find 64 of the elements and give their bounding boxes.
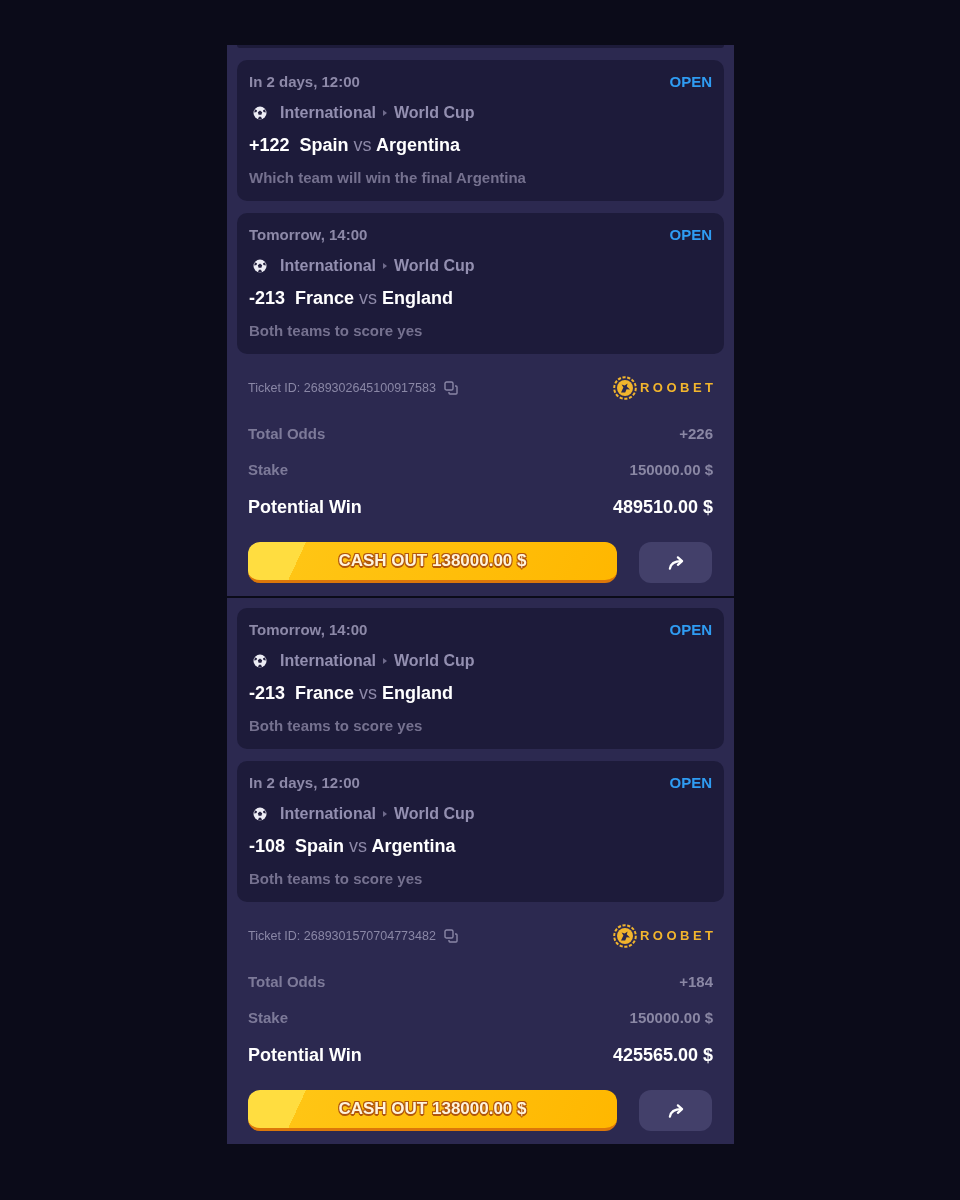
odds-value: -108 — [249, 835, 286, 857]
selection-card[interactable]: Tomorrow, 14:00 OPEN International World Cup -213 France vs England Both teams to score yes — [237, 213, 724, 354]
odds-value: -213 — [249, 682, 286, 704]
copy-icon[interactable] — [443, 381, 458, 395]
brand-name: ROOBET — [639, 379, 717, 397]
chevron-right-icon — [383, 811, 387, 817]
status-label: OPEN — [669, 620, 712, 640]
event-time: In 2 days, 12:00 — [249, 773, 360, 793]
summary-label: Stake — [248, 460, 289, 480]
category-label: International — [280, 651, 376, 671]
coin-icon — [612, 376, 637, 400]
chevron-right-icon — [383, 110, 387, 116]
copy-icon[interactable] — [443, 929, 458, 943]
share-button[interactable] — [639, 542, 712, 583]
curved-arrow-icon — [666, 1103, 685, 1118]
soccer-ball-icon — [253, 106, 267, 120]
match-teams: France vs England — [295, 287, 454, 309]
event-time: Tomorrow, 14:00 — [249, 620, 368, 640]
category-label: International — [280, 804, 376, 824]
category-label: International — [280, 256, 376, 276]
market-label: Both teams to score yes — [249, 321, 423, 341]
summary-value: 425565.00 $ — [612, 1044, 713, 1066]
selection-card[interactable]: In 2 days, 12:00 OPEN International World Cup +122 Spain vs Argentina Which team will win the final Argentina — [237, 60, 724, 201]
summary-label: Total Odds — [248, 972, 326, 992]
summary-value: 150000.00 $ — [629, 460, 713, 480]
competition-label: World Cup — [394, 256, 475, 276]
selection-card[interactable]: In 2 days, 12:00 OPEN International World Cup -108 Spain vs Argentina Both teams to score yes — [237, 761, 724, 902]
ticket-id: Ticket ID: 2689302645100917583 — [248, 380, 436, 397]
match-teams: France vs England — [295, 682, 454, 704]
chevron-right-icon — [383, 263, 387, 269]
summary-value: +226 — [679, 424, 713, 444]
soccer-ball-icon — [253, 654, 267, 668]
summary-label: Potential Win — [248, 1044, 362, 1066]
odds-value: -213 — [249, 287, 286, 309]
summary-value: 150000.00 $ — [629, 1008, 713, 1028]
summary-label: Potential Win — [248, 496, 362, 518]
soccer-ball-icon — [253, 259, 267, 273]
selection-card[interactable]: Tomorrow, 14:00 OPEN International World Cup -213 France vs England Both teams to score yes — [237, 608, 724, 749]
brand-name: ROOBET — [639, 927, 717, 945]
status-label: OPEN — [669, 225, 712, 245]
summary-value: +184 — [679, 972, 713, 992]
coin-icon — [612, 924, 637, 948]
status-label: OPEN — [669, 773, 712, 793]
match-teams: Spain vs Argentina — [299, 134, 460, 156]
odds-value: +122 — [249, 134, 290, 156]
match-teams: Spain vs Argentina — [295, 835, 456, 857]
chevron-right-icon — [383, 658, 387, 664]
share-button[interactable] — [639, 1090, 712, 1131]
summary-label: Stake — [248, 1008, 289, 1028]
ticket-id: Ticket ID: 2689301570704773482 — [248, 928, 436, 945]
summary-value: 489510.00 $ — [612, 496, 713, 518]
competition-label: World Cup — [394, 804, 475, 824]
market-label: Both teams to score yes — [249, 716, 423, 736]
competition-label: World Cup — [394, 651, 475, 671]
status-label: OPEN — [669, 72, 712, 92]
summary-label: Total Odds — [248, 424, 326, 444]
event-time: In 2 days, 12:00 — [249, 72, 360, 92]
market-label: Both teams to score yes — [249, 869, 423, 889]
competition-label: World Cup — [394, 103, 475, 123]
market-label: Which team will win the final Argentina — [249, 168, 526, 188]
category-label: International — [280, 103, 376, 123]
soccer-ball-icon — [253, 807, 267, 821]
event-time: Tomorrow, 14:00 — [249, 225, 368, 245]
curved-arrow-icon — [666, 555, 685, 570]
